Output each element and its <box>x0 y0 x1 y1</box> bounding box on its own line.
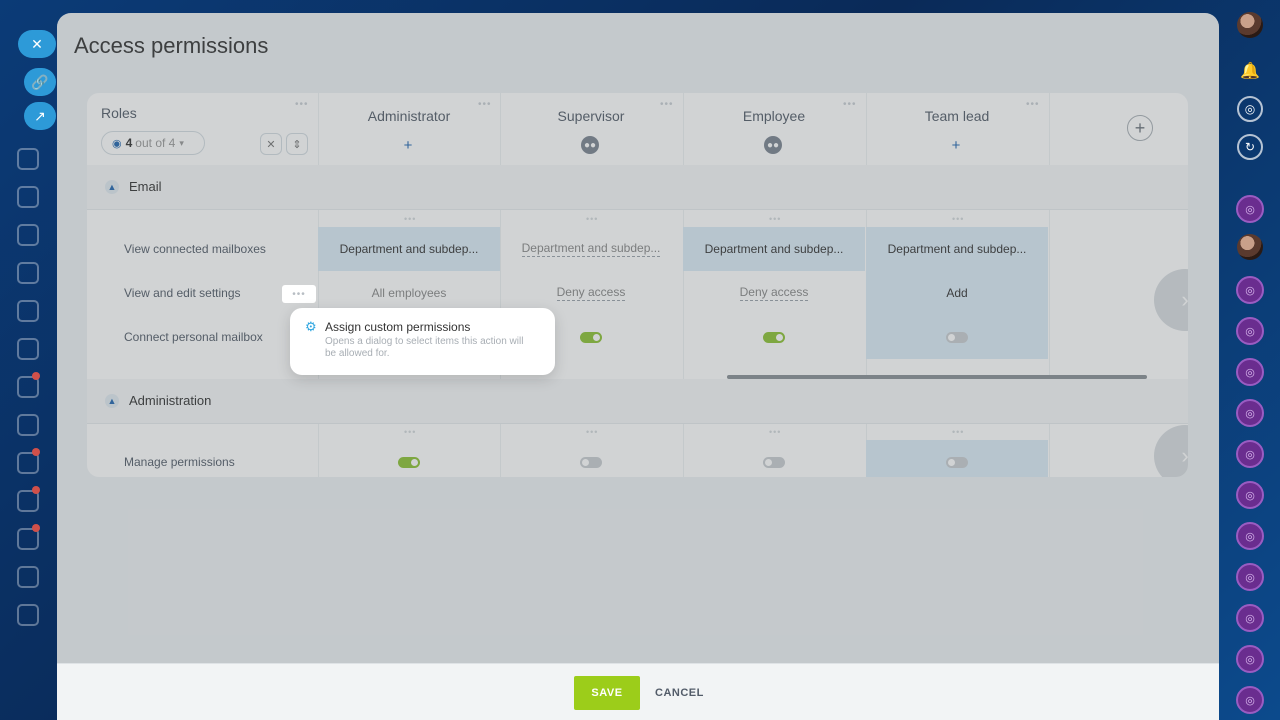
list-icon[interactable] <box>17 604 39 626</box>
mail-counter-badge <box>32 372 40 380</box>
chat-avatar[interactable]: ◎ <box>1236 686 1264 714</box>
panel-footer: SAVE CANCEL <box>57 663 1219 720</box>
chat-avatar[interactable]: ◎ <box>1236 481 1264 509</box>
grid-icon[interactable] <box>17 566 39 588</box>
copilot-icon[interactable]: ◎ <box>1237 96 1263 122</box>
card-icon[interactable] <box>17 338 39 360</box>
user-avatar[interactable] <box>1237 12 1263 38</box>
document-icon[interactable] <box>17 262 39 284</box>
chat-avatar[interactable]: ◎ <box>1236 645 1264 673</box>
chat-avatar[interactable]: ◎ <box>1236 563 1264 591</box>
feed-icon[interactable] <box>17 148 39 170</box>
calendar-icon[interactable] <box>17 224 39 246</box>
row-more-button[interactable]: ••• <box>282 285 316 303</box>
chat-avatar[interactable]: ◎ <box>1236 276 1264 304</box>
chat-counter-badge <box>32 486 40 494</box>
menu-item-title[interactable]: Assign custom permissions <box>325 320 470 334</box>
cancel-button[interactable]: CANCEL <box>655 676 704 710</box>
tasks-counter-badge <box>32 448 40 456</box>
messenger-icon[interactable]: ↻ <box>1237 134 1263 160</box>
gear-icon: ⚙ <box>305 319 317 334</box>
chat-avatar[interactable]: ◎ <box>1236 440 1264 468</box>
chat-avatar[interactable]: ◎ <box>1236 522 1264 550</box>
id-card-icon[interactable] <box>17 300 39 322</box>
save-button[interactable]: SAVE <box>574 676 640 710</box>
chat-avatar[interactable]: ◎ <box>1236 399 1264 427</box>
access-permissions-panel: Access permissions Roles ••• ◉ 4 out of … <box>57 13 1219 720</box>
left-sidebar: ✕ 🔗 ↗ <box>0 0 56 720</box>
menu-item-description: Opens a dialog to select items this acti… <box>325 336 524 359</box>
copy-link-button[interactable]: 🔗 <box>24 68 56 96</box>
chat-avatar[interactable]: ◎ <box>1236 195 1264 223</box>
bell-icon[interactable]: 🔔 <box>1237 58 1263 84</box>
contacts-icon[interactable] <box>17 414 39 436</box>
dim-overlay <box>57 13 1219 720</box>
close-slider-button[interactable]: ✕ <box>18 30 56 58</box>
hexagon-icon[interactable] <box>17 186 39 208</box>
filter-counter-badge <box>32 524 40 532</box>
chat-avatar[interactable]: ◎ <box>1236 358 1264 386</box>
chat-avatar[interactable]: ◎ <box>1236 317 1264 345</box>
contact-avatar[interactable] <box>1237 234 1263 260</box>
chat-avatar[interactable]: ◎ <box>1236 604 1264 632</box>
assign-custom-permissions-menu[interactable]: ⚙ Assign custom permissions Opens a dial… <box>290 308 555 375</box>
open-new-window-button[interactable]: ↗ <box>24 102 56 130</box>
